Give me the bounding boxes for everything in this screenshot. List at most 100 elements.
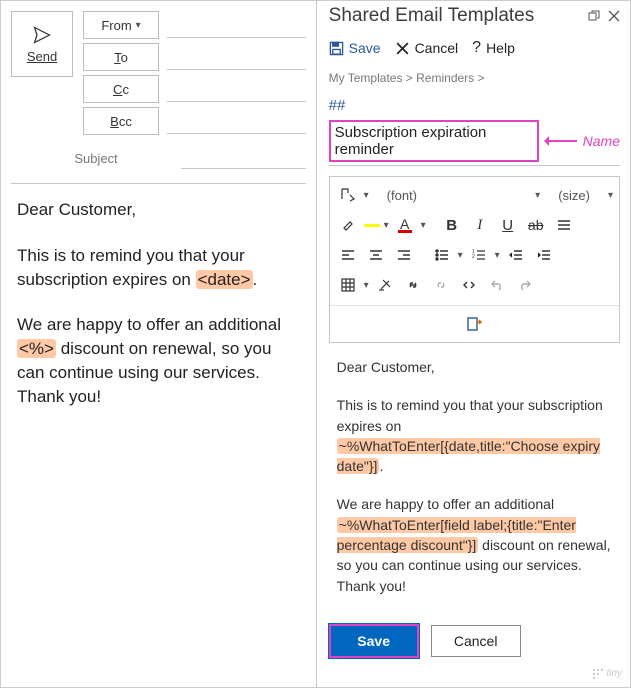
editor-toolbar: ▾ (font) ▾ (size) ▾ ▾ xyxy=(330,177,619,305)
body-p2-post: . xyxy=(253,270,258,289)
justify-full-button[interactable] xyxy=(552,213,576,237)
unlink-button[interactable] xyxy=(429,273,453,297)
crumb-folder[interactable]: Reminders xyxy=(416,71,474,85)
body-p1: Dear Customer, xyxy=(17,198,300,222)
insert-macro-button[interactable] xyxy=(336,312,613,336)
code-icon xyxy=(462,278,476,292)
from-input[interactable] xyxy=(167,12,306,38)
indent-icon xyxy=(537,248,551,262)
body-p3-placeholder: <%> xyxy=(17,339,56,358)
cc-under: C xyxy=(113,82,122,97)
crumb-sep2: > xyxy=(478,71,485,85)
code-button[interactable] xyxy=(457,273,481,297)
bcc-button[interactable]: Bcc xyxy=(83,107,159,135)
highlight-button[interactable] xyxy=(336,213,360,237)
bcc-under: B xyxy=(110,114,119,129)
toolbar-cancel-label: Cancel xyxy=(415,40,459,56)
from-button[interactable]: From ▾ xyxy=(83,11,159,39)
popout-icon[interactable] xyxy=(588,10,600,22)
tpl-p2-macro: ~%WhatToEnter[{date,title:"Choose expiry… xyxy=(337,438,600,474)
table-icon xyxy=(341,278,355,292)
editor-toolbar-secondary xyxy=(330,305,619,342)
toolbar-cancel[interactable]: Cancel xyxy=(395,40,459,56)
redo-icon xyxy=(518,278,532,292)
name-underline xyxy=(329,165,620,166)
panel-title-row: Shared Email Templates xyxy=(329,5,620,27)
template-body-editor[interactable]: Dear Customer, This is to remind you tha… xyxy=(329,343,620,610)
close-icon[interactable] xyxy=(608,10,620,22)
outdent-icon xyxy=(509,248,523,262)
chevron-down-icon[interactable]: ▾ xyxy=(364,280,369,291)
font-picker[interactable]: (font) xyxy=(383,188,421,203)
indent-button[interactable] xyxy=(532,243,556,267)
template-hash: ## xyxy=(329,97,620,114)
undo-icon xyxy=(490,278,504,292)
redo-button[interactable] xyxy=(513,273,537,297)
align-left-icon xyxy=(341,248,355,262)
tpl-p2-pre: This is to remind you that your subscrip… xyxy=(337,397,603,433)
align-center-button[interactable] xyxy=(364,243,388,267)
highlight-swatch xyxy=(364,224,380,227)
chevron-down-icon[interactable]: ▾ xyxy=(608,190,613,201)
font-color-icon: A xyxy=(400,218,409,230)
chevron-down-icon[interactable]: ▾ xyxy=(458,250,463,261)
tpl-p2: This is to remind you that your subscrip… xyxy=(337,395,612,476)
send-button[interactable]: Send xyxy=(11,11,73,77)
clear-format-button[interactable] xyxy=(373,273,397,297)
subject-label: Subject xyxy=(11,151,181,166)
from-label: From xyxy=(101,18,131,33)
bold-button[interactable]: B xyxy=(440,213,464,237)
app-root: Send From ▾ To C xyxy=(1,1,630,687)
table-button[interactable] xyxy=(336,273,360,297)
bullet-list-button[interactable] xyxy=(430,243,454,267)
chevron-down-icon[interactable]: ▾ xyxy=(364,190,369,201)
subject-input[interactable] xyxy=(181,147,306,169)
callout-label: Name xyxy=(583,133,620,149)
format-icon xyxy=(340,187,356,203)
body-p3-pre: We are happy to offer an additional xyxy=(17,315,281,334)
chevron-down-icon[interactable]: ▾ xyxy=(421,220,426,231)
save-button[interactable]: Save xyxy=(329,624,419,658)
clear-format-icon xyxy=(378,278,392,292)
cancel-icon xyxy=(395,41,410,56)
crumb-root[interactable]: My Templates xyxy=(329,71,403,85)
crumb-sep1: > xyxy=(406,71,413,85)
align-right-button[interactable] xyxy=(392,243,416,267)
strikethrough-button[interactable]: ab xyxy=(524,213,548,237)
to-button[interactable]: To xyxy=(83,43,159,71)
align-right-icon xyxy=(397,248,411,262)
cc-button[interactable]: Cc xyxy=(83,75,159,103)
font-color-button[interactable]: A xyxy=(393,213,417,237)
watermark: tiny xyxy=(593,668,622,679)
chevron-down-icon[interactable]: ▾ xyxy=(535,190,540,201)
watermark-icon xyxy=(593,669,603,679)
format-menu-button[interactable] xyxy=(336,183,360,207)
size-picker[interactable]: (size) xyxy=(554,188,594,203)
number-list-button[interactable]: 12 xyxy=(467,243,491,267)
align-left-button[interactable] xyxy=(336,243,360,267)
underline-button[interactable]: U xyxy=(496,213,520,237)
callout-arrow xyxy=(545,140,577,142)
template-name-input[interactable]: Subscription expiration reminder xyxy=(329,120,539,162)
toolbar-help[interactable]: ? Help xyxy=(472,39,515,57)
italic-button[interactable]: I xyxy=(468,213,492,237)
to-under: T xyxy=(114,50,121,65)
toolbar-save[interactable]: Save xyxy=(329,40,381,56)
link-button[interactable] xyxy=(401,273,425,297)
number-list-icon: 12 xyxy=(472,248,486,262)
chevron-down-icon[interactable]: ▾ xyxy=(384,220,389,231)
bcc-input[interactable] xyxy=(167,108,306,134)
to-input[interactable] xyxy=(167,44,306,70)
undo-button[interactable] xyxy=(485,273,509,297)
chevron-down-icon[interactable]: ▾ xyxy=(495,250,500,261)
highlight-icon xyxy=(341,218,355,232)
panel-toolbar: Save Cancel ? Help xyxy=(329,39,620,57)
cc-input[interactable] xyxy=(167,76,306,102)
cancel-button[interactable]: Cancel xyxy=(431,625,521,657)
bullet-list-icon xyxy=(435,248,449,262)
align-center-icon xyxy=(369,248,383,262)
outdent-button[interactable] xyxy=(504,243,528,267)
email-body[interactable]: Dear Customer, This is to remind you tha… xyxy=(11,184,306,423)
tpl-p2-post: . xyxy=(379,458,383,474)
justify-icon xyxy=(557,218,571,232)
